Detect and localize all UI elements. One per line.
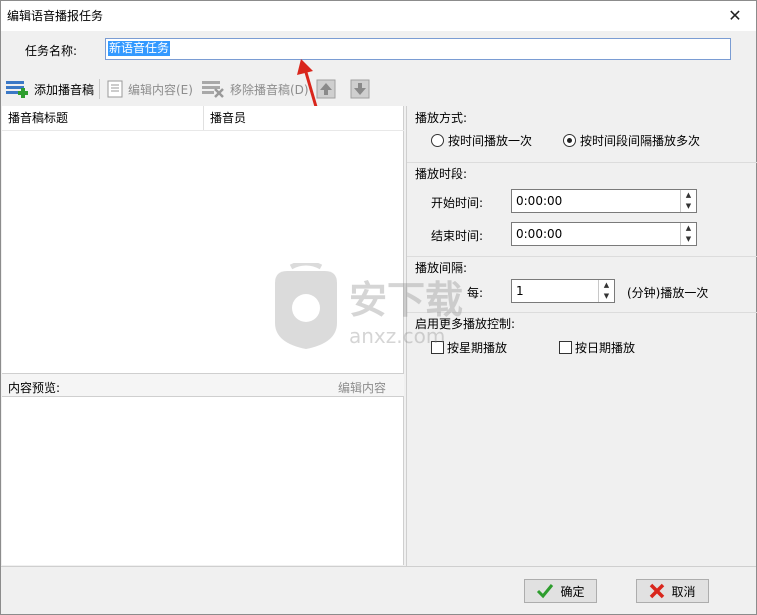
- interval-value: 1: [516, 284, 524, 298]
- edit-content-label: 编辑内容(E): [128, 82, 193, 97]
- window-title: 编辑语音播报任务: [7, 9, 104, 23]
- title-bar: 编辑语音播报任务 ✕: [1, 1, 756, 31]
- toolbar-divider: [99, 79, 100, 99]
- preview-content: [2, 397, 404, 565]
- interval-unit-label: (分钟)播放一次: [627, 286, 709, 300]
- task-name-label: 任务名称:: [25, 44, 78, 58]
- cancel-button-label: 取消: [671, 584, 696, 599]
- radio-play-repeat-label: 按时间段间隔播放多次: [580, 134, 701, 148]
- start-time-label: 开始时间:: [431, 196, 484, 210]
- play-mode-title: 播放方式:: [415, 111, 468, 125]
- watermark-text-en: anxz.com: [349, 324, 445, 348]
- period-title: 播放时段:: [415, 167, 468, 181]
- move-up-icon: [316, 79, 336, 99]
- spin-up-icon[interactable]: ▲: [681, 223, 696, 234]
- add-script-label: 添加播音稿: [34, 82, 95, 97]
- preview-label: 内容预览:: [8, 381, 61, 395]
- add-script-button[interactable]: 添加播音稿: [5, 77, 94, 101]
- remove-list-icon: [202, 81, 224, 98]
- remove-script-label: 移除播音稿(D): [230, 82, 309, 97]
- add-list-icon: [6, 81, 28, 98]
- edit-content-button[interactable]: 编辑内容(E): [105, 77, 193, 101]
- spin-up-icon[interactable]: ▲: [681, 190, 696, 201]
- checkmark-icon: [537, 584, 554, 599]
- close-icon: ✕: [728, 5, 742, 25]
- toolbar: 添加播音稿 编辑内容(E) 移除播音稿(D): [1, 73, 405, 105]
- end-time-input[interactable]: 0:00:00 ▲ ▼: [511, 222, 697, 246]
- interval-input[interactable]: 1 ▲ ▼: [511, 279, 615, 303]
- radio-circle-selected: [563, 134, 576, 147]
- spin-down-icon[interactable]: ▼: [599, 291, 614, 302]
- end-time-value: 0:00:00: [516, 227, 563, 241]
- radio-play-once[interactable]: 按时间播放一次: [431, 132, 532, 149]
- watermark-text-cn: 安下载: [349, 278, 463, 322]
- task-name-value: 新语音任务: [108, 41, 171, 56]
- start-time-value: 0:00:00: [516, 194, 563, 208]
- start-time-spinner[interactable]: ▲ ▼: [680, 190, 696, 212]
- task-name-input[interactable]: 新语音任务: [105, 38, 731, 60]
- preview-edit-link[interactable]: 编辑内容: [338, 379, 386, 396]
- cancel-button[interactable]: 取消: [636, 579, 709, 603]
- document-icon: [107, 80, 123, 98]
- move-down-button[interactable]: [349, 77, 371, 101]
- move-up-button[interactable]: [315, 77, 337, 101]
- move-down-icon: [350, 79, 370, 99]
- cancel-x-icon: [650, 583, 665, 599]
- checkbox-by-date-label: 按日期播放: [575, 341, 636, 355]
- preview-header: 内容预览: 编辑内容: [2, 373, 404, 397]
- dialog-window: 编辑语音播报任务 ✕ 任务名称: 新语音任务 添加播音稿 编辑内容(E) 移除播…: [0, 0, 757, 615]
- end-time-label: 结束时间:: [431, 229, 484, 243]
- column-header-title[interactable]: 播音稿标题: [2, 106, 204, 130]
- section-divider: [407, 256, 757, 257]
- ok-button[interactable]: 确定: [524, 579, 597, 603]
- spin-down-icon[interactable]: ▼: [681, 201, 696, 212]
- start-time-input[interactable]: 0:00:00 ▲ ▼: [511, 189, 697, 213]
- checkbox-by-date[interactable]: 按日期播放: [559, 339, 635, 356]
- spin-down-icon[interactable]: ▼: [681, 234, 696, 245]
- ok-button-label: 确定: [560, 584, 585, 599]
- radio-play-repeat[interactable]: 按时间段间隔播放多次: [563, 132, 700, 149]
- checkbox-box: [559, 341, 572, 354]
- radio-circle: [431, 134, 444, 147]
- dialog-footer: 确定 取消: [1, 566, 756, 614]
- close-button[interactable]: ✕: [718, 3, 752, 27]
- radio-play-once-label: 按时间播放一次: [448, 134, 533, 148]
- spin-up-icon[interactable]: ▲: [599, 280, 614, 291]
- interval-spinner[interactable]: ▲ ▼: [598, 280, 614, 302]
- end-time-spinner[interactable]: ▲ ▼: [680, 223, 696, 245]
- remove-script-button[interactable]: 移除播音稿(D): [201, 77, 309, 101]
- watermark-logo: 安下载 anxz.com: [275, 263, 463, 349]
- header-divider: [2, 130, 404, 131]
- column-header-announcer[interactable]: 播音员: [204, 106, 404, 130]
- section-divider: [407, 162, 757, 163]
